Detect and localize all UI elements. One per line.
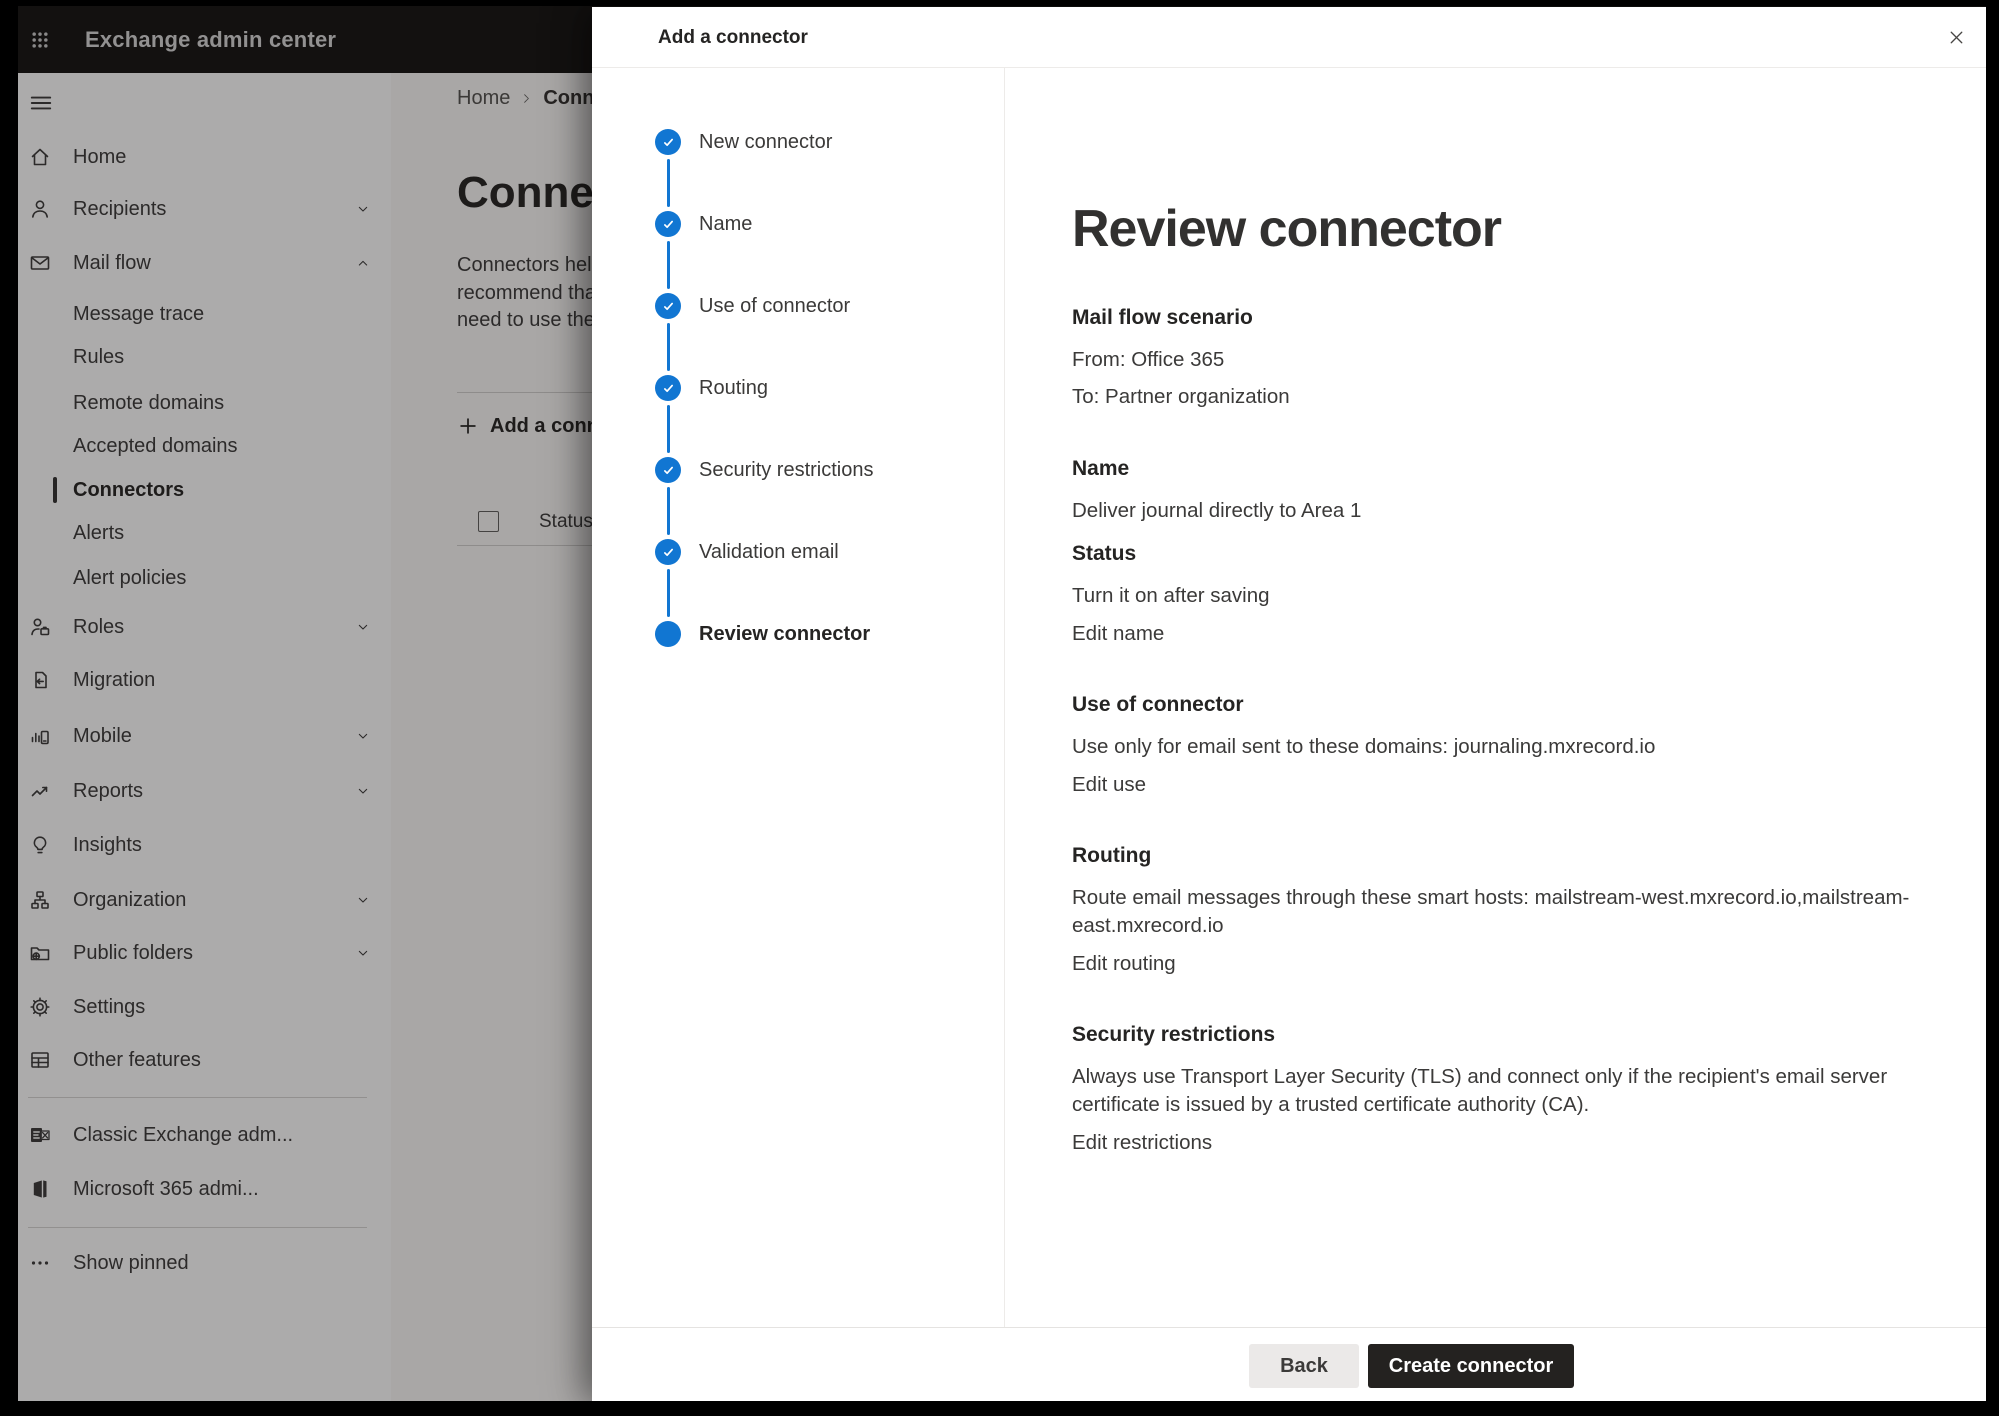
review-panel: Review connector Mail flow scenario From:… (1005, 68, 1986, 1327)
step-connector-line (667, 405, 671, 453)
review-section-text: Always use Transport Layer Security (TLS… (1072, 1063, 1922, 1119)
review-section-text: To: Partner organization (1072, 383, 1922, 411)
step-connector-line (667, 159, 671, 207)
review-section-text: Turn it on after saving (1072, 582, 1922, 610)
step-label-routing[interactable]: Routing (699, 375, 768, 401)
step-connector-line (667, 569, 671, 617)
step-label-use-of-connector[interactable]: Use of connector (699, 293, 850, 319)
review-section-heading: Status (1072, 540, 1936, 567)
review-section-heading: Use of connector (1072, 691, 1936, 718)
review-section-heading: Routing (1072, 842, 1936, 869)
step-label-new-connector[interactable]: New connector (699, 129, 832, 155)
step-connector-line (667, 241, 671, 289)
close-icon[interactable] (1943, 24, 1969, 50)
dialog-header: Add a connector (592, 7, 1986, 68)
review-section-text: Use only for email sent to these domains… (1072, 733, 1922, 761)
step-label-validation-email[interactable]: Validation email (699, 539, 839, 565)
review-section-heading: Name (1072, 455, 1936, 482)
step-circle-new-connector[interactable] (655, 129, 681, 155)
screenshot-frame: Exchange admin center HomeRecipientsMail… (0, 0, 1999, 1416)
review-title: Review connector (1072, 198, 1936, 260)
review-section-text: From: Office 365 (1072, 346, 1922, 374)
review-sections: Mail flow scenario From: Office 365 To: Pa… (1072, 304, 1936, 1156)
step-circle-routing[interactable] (655, 375, 681, 401)
review-section-heading: Mail flow scenario (1072, 304, 1936, 331)
step-circle-review-connector[interactable] (655, 621, 681, 647)
create-connector-button[interactable]: Create connector (1368, 1344, 1574, 1388)
step-connector-line (667, 323, 671, 371)
screen: Exchange admin center HomeRecipientsMail… (18, 6, 1986, 1401)
step-circle-security-restrictions[interactable] (655, 457, 681, 483)
back-button[interactable]: Back (1249, 1344, 1359, 1388)
review-section-heading: Security restrictions (1072, 1021, 1936, 1048)
step-circle-validation-email[interactable] (655, 539, 681, 565)
edit-name-link[interactable]: Edit name (1072, 620, 1164, 647)
edit-restrictions-link[interactable]: Edit restrictions (1072, 1129, 1212, 1156)
edit-use-link[interactable]: Edit use (1072, 771, 1146, 798)
wizard-stepper: New connector Name Use of connector Routing… (592, 68, 1005, 1327)
step-circle-name[interactable] (655, 211, 681, 237)
step-label-security-restrictions[interactable]: Security restrictions (699, 457, 874, 483)
step-circle-use-of-connector[interactable] (655, 293, 681, 319)
dialog-footer: Back Create connector (592, 1327, 1986, 1401)
step-label-review-connector[interactable]: Review connector (699, 621, 870, 647)
edit-routing-link[interactable]: Edit routing (1072, 950, 1176, 977)
step-label-name[interactable]: Name (699, 211, 752, 237)
step-connector-line (667, 487, 671, 535)
review-section-text: Deliver journal directly to Area 1 (1072, 497, 1922, 525)
review-section-text: Route email messages through these smart… (1072, 884, 1922, 940)
dialog-title: Add a connector (658, 7, 808, 68)
add-connector-dialog: Add a connector New connector Name Use of … (592, 7, 1986, 1401)
